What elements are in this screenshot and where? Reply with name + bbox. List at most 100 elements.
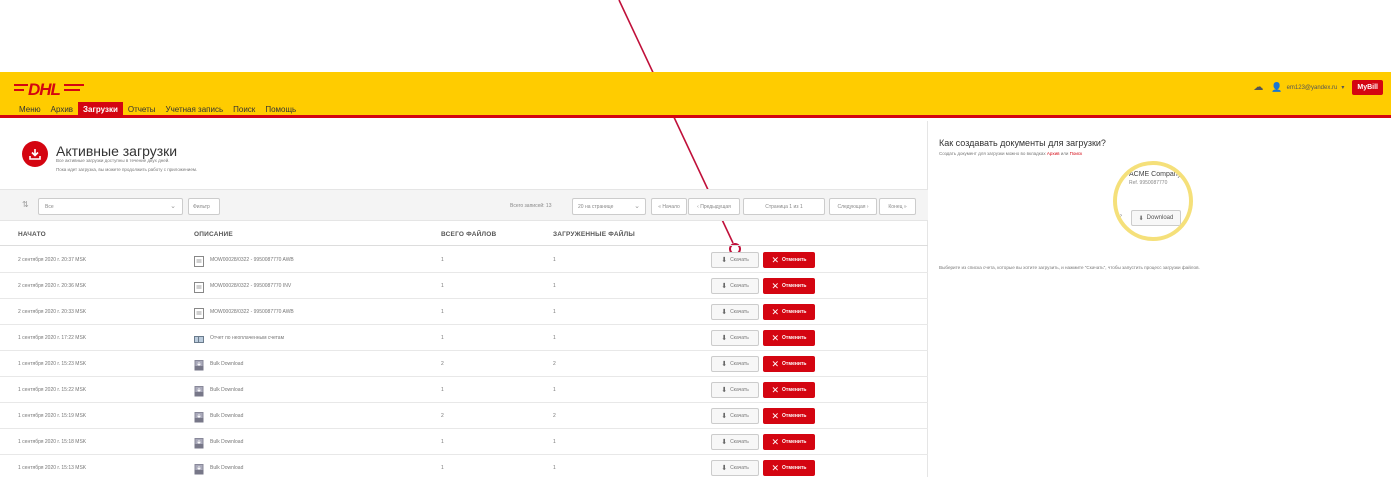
logo-stripe [64,84,84,86]
list-toolbar: ⇅ Все ⌄ Фильтр Всего записей: 13 20 на с… [0,189,928,221]
download-button[interactable]: ⬇ Скачать [711,330,759,346]
download-icon [22,141,48,167]
loaded-files-cell: 1 [553,335,556,341]
download-tray-icon: ⬇ [721,387,728,394]
total-files-cell: 1 [441,257,444,263]
chevron-down-icon: ⌄ [170,203,176,210]
download-label: Скачать [730,335,749,341]
column-header-total-files[interactable]: ВСЕГО ФАЙЛОВ [441,231,496,238]
bulk-download-icon [194,384,204,397]
download-label: Скачать [730,439,749,445]
cancel-label: Отменить [782,257,807,263]
close-icon: ✕ [771,463,780,473]
prev-page-button[interactable]: ‹ Предыдущая [688,198,740,215]
total-files-cell: 1 [441,439,444,445]
per-page-select[interactable]: 20 на странице ⌄ [572,198,646,215]
download-tray-icon: ⬇ [721,439,728,446]
started-cell: 1 сентября 2020 г. 15:18 MSK [18,439,87,445]
download-tray-icon: ⬇ [721,257,728,264]
download-button[interactable]: ⬇ Скачать [711,278,759,294]
status-filter-select[interactable]: Все ⌄ [38,198,183,215]
select-value: Все [45,204,54,210]
nav-item-5[interactable]: Поиск [228,102,260,118]
connection-icon[interactable]: ☁ [1253,82,1263,93]
table-row: 1 сентября 2020 г. 15:18 MSK Bulk Downloa… [0,429,928,455]
description-cell: MOW00028/0322 - 9950087770 AWB [210,257,294,263]
download-button[interactable]: ⬇ Скачать [711,408,759,424]
app-header: DHL Меню Архив Загрузки Отчеты Учетная запис… [0,72,1391,118]
next-page-button[interactable]: Следующая › [829,198,877,215]
help-panel: Как создавать документы для загрузки? Со… [929,121,1391,477]
description-cell: Bulk Download [210,439,244,445]
started-cell: 1 сентября 2020 г. 15:19 MSK [18,413,87,419]
table-row: 2 сентября 2020 г. 20:36 MSK MOW00028/032… [0,273,928,299]
nav-item-4[interactable]: Учетная запись [161,102,229,118]
help-subtitle-text: или [1060,151,1069,156]
table-row: 1 сентября 2020 г. 15:22 MSK Bulk Downloa… [0,377,928,403]
download-button[interactable]: ⬇ Скачать [711,252,759,268]
cancel-button[interactable]: ✕ Отменить [763,408,815,424]
close-icon: ✕ [771,359,780,369]
column-header-started[interactable]: НАЧАТО [18,231,46,238]
document-icon [194,280,204,293]
chevron-down-icon: ▾ [1341,85,1345,91]
nav-item-6[interactable]: Помощь [260,102,301,118]
nav-item-2[interactable]: Загрузки [78,102,123,118]
first-page-button[interactable]: « Начало [651,198,687,215]
loaded-files-cell: 1 [553,283,556,289]
download-tray-icon: ⬇ [721,413,728,420]
last-page-button[interactable]: Конец » [879,198,916,215]
mybill-badge[interactable]: MyBill [1352,80,1383,95]
nav-item-0[interactable]: Меню [14,102,46,118]
chevron-down-icon: ⌄ [634,203,640,210]
cancel-button[interactable]: ✕ Отменить [763,356,815,372]
nav-item-1[interactable]: Архив [46,102,78,118]
download-label: Скачать [730,361,749,367]
started-cell: 1 сентября 2020 г. 15:22 MSK [18,387,87,393]
example-download-label: Download [1146,215,1174,221]
download-button[interactable]: ⬇ Скачать [711,460,759,476]
filter-button[interactable]: Фильтр [188,198,220,215]
total-files-cell: 1 [441,309,444,315]
download-tray-icon: ⬇ [721,465,728,472]
page-title: Активные загрузки [56,143,178,159]
user-menu[interactable]: 👤 em123@yandex.ru ▾ [1271,82,1344,93]
search-link[interactable]: Поиск [1070,151,1082,156]
active-downloads-panel: Активные загрузки Все активные загрузки … [0,121,928,477]
download-button[interactable]: ⬇ Скачать [711,434,759,450]
download-tray-icon: ⬇ [721,283,728,290]
cancel-label: Отменить [782,335,807,341]
download-button[interactable]: ⬇ Скачать [711,304,759,320]
document-icon [194,254,204,267]
download-tray-icon: ⬇ [721,309,728,316]
user-email: em123@yandex.ru [1286,84,1338,91]
column-header-description[interactable]: ОПИСАНИЕ [194,231,233,238]
download-tray-icon: ⬇ [1138,215,1144,222]
cancel-button[interactable]: ✕ Отменить [763,382,815,398]
archive-link[interactable]: Архив [1047,151,1060,156]
nav-item-3[interactable]: Отчеты [123,102,161,118]
cancel-button[interactable]: ✕ Отменить [763,434,815,450]
cancel-button[interactable]: ✕ Отменить [763,330,815,346]
dhl-logo[interactable]: DHL [14,80,84,99]
cancel-button[interactable]: ✕ Отменить [763,252,815,268]
total-files-cell: 1 [441,465,444,471]
total-files-cell: 1 [441,335,444,341]
table-row: 1 сентября 2020 г. 15:19 MSK Bulk Downloa… [0,403,928,429]
download-label: Скачать [730,413,749,419]
cancel-label: Отменить [782,361,807,367]
sort-icon[interactable]: ⇅ [22,200,29,209]
cancel-button[interactable]: ✕ Отменить [763,460,815,476]
download-button[interactable]: ⬇ Скачать [711,382,759,398]
download-button[interactable]: ⬇ Скачать [711,356,759,372]
table-row: 1 сентября 2020 г. 15:23 MSK Bulk Downloa… [0,351,928,377]
logo-text: DHL [28,80,61,99]
description-cell: MOW00028/0322 - 9950087770 INV [210,283,292,289]
close-icon: ✕ [771,385,780,395]
cancel-button[interactable]: ✕ Отменить [763,278,815,294]
header-right: ☁ 👤 em123@yandex.ru ▾ MyBill [1253,80,1383,95]
column-header-loaded-files[interactable]: ЗАГРУЖЕННЫЕ ФАЙЛЫ [553,231,635,238]
logo-stripe [14,84,28,86]
cancel-button[interactable]: ✕ Отменить [763,304,815,320]
document-icon [194,306,204,319]
